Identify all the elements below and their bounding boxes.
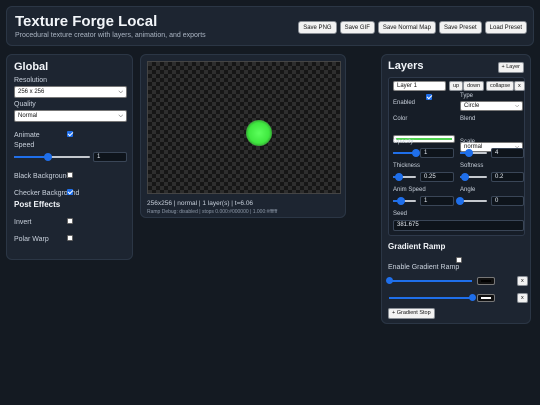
- render-status-text: 256x256 | normal | 1 layer(s) | t=6.06: [147, 200, 254, 207]
- enable-gradient-checkbox[interactable]: [456, 257, 462, 263]
- thickness-slider[interactable]: [393, 173, 416, 181]
- remove-gradient-stop-1-button[interactable]: x: [517, 276, 528, 286]
- scale-slider[interactable]: [460, 149, 487, 157]
- preview-circle-shape: [246, 120, 272, 146]
- gradient-stop-1-position-slider[interactable]: [386, 277, 472, 284]
- softness-slider[interactable]: [460, 173, 487, 181]
- scale-label: Scale: [460, 139, 476, 145]
- layer-type-select[interactable]: Circle ⌵: [460, 101, 523, 111]
- speed-slider[interactable]: [14, 153, 90, 161]
- anim-speed-slider[interactable]: [393, 197, 416, 205]
- angle-label: Angle: [460, 187, 476, 193]
- save-png-button[interactable]: Save PNG: [298, 21, 337, 34]
- black-background-checkbox[interactable]: [66, 172, 73, 178]
- thickness-input[interactable]: 0.25: [420, 172, 454, 182]
- resolution-value: 256 x 256: [18, 89, 45, 95]
- opacity-slider[interactable]: [393, 149, 420, 157]
- layer-remove-button[interactable]: x: [514, 81, 525, 91]
- thickness-label: Thickness: [393, 163, 421, 169]
- angle-slider[interactable]: [456, 197, 487, 205]
- add-layer-button[interactable]: + Layer: [497, 62, 524, 73]
- gradient-stop-2-color[interactable]: [477, 294, 495, 302]
- app-header: Texture Forge Local Procedural texture c…: [6, 6, 534, 46]
- gradient-stop-2-position-slider[interactable]: [389, 294, 476, 301]
- chevron-down-icon: ⌵: [118, 89, 123, 95]
- save-normal-map-button[interactable]: Save Normal Map: [377, 21, 436, 34]
- opacity-label: Opacity: [393, 139, 414, 145]
- scale-input[interactable]: 4: [491, 148, 524, 158]
- layer-enabled-label: Enabled: [393, 100, 416, 106]
- gradient-stop-1-swatch: [481, 280, 491, 282]
- gradient-stop-1-color[interactable]: [477, 277, 495, 285]
- layer-collapse-button[interactable]: collapse: [486, 81, 515, 91]
- layers-title: Layers: [388, 60, 424, 72]
- angle-input[interactable]: 0: [491, 196, 524, 206]
- ramp-debug-text: Ramp Debug: disabled | stops 0.000:#0000…: [147, 209, 278, 215]
- opacity-input[interactable]: 1: [420, 148, 454, 158]
- post-effects-title: Post Effects: [14, 200, 61, 209]
- speed-row: 1: [14, 151, 127, 163]
- seed-label: Seed: [393, 211, 408, 217]
- enable-gradient-label: Enable Gradient Ramp: [388, 264, 460, 271]
- layer-type-value: Circle: [464, 103, 480, 109]
- checker-background-checkbox[interactable]: [66, 189, 73, 195]
- quality-select[interactable]: Normal ⌵: [14, 110, 127, 122]
- layer-type-label: Type: [460, 93, 474, 99]
- anim-speed-label: Anim Speed: [393, 187, 426, 193]
- softness-input[interactable]: 0.2: [491, 172, 524, 182]
- animate-row: [14, 124, 125, 137]
- global-title: Global: [14, 61, 49, 73]
- checker-bg-row: [14, 182, 125, 195]
- load-preset-button[interactable]: Load Preset: [484, 21, 527, 34]
- speed-input[interactable]: 1: [93, 152, 127, 162]
- save-preset-button[interactable]: Save Preset: [438, 21, 482, 34]
- layer-color-label: Color: [393, 116, 408, 122]
- animate-checkbox[interactable]: [66, 131, 73, 137]
- app-subtitle: Procedural texture creator with layers, …: [15, 32, 206, 39]
- speed-label: Speed: [14, 142, 35, 149]
- layer-card: Layer 1 up down collapse x Enabled Type …: [388, 77, 525, 236]
- layer-down-button[interactable]: down: [463, 81, 485, 91]
- layer-name-input[interactable]: Layer 1: [393, 81, 446, 91]
- texture-preview-canvas[interactable]: [147, 61, 341, 194]
- polar-warp-checkbox[interactable]: [66, 235, 73, 241]
- layer-blend-label: Blend: [460, 116, 476, 122]
- save-gif-button[interactable]: Save GIF: [339, 21, 375, 34]
- quality-value: Normal: [18, 113, 38, 119]
- chevron-down-icon: ⌵: [515, 103, 519, 109]
- black-bg-row: [14, 165, 125, 178]
- remove-gradient-stop-2-button[interactable]: x: [517, 293, 528, 303]
- layer-enabled-checkbox[interactable]: [426, 94, 432, 100]
- add-gradient-stop-button[interactable]: + Gradient Stop: [388, 308, 435, 319]
- preview-panel: 256x256 | normal | 1 layer(s) | t=6.06 R…: [140, 54, 346, 218]
- header-actions: Save PNG Save GIF Save Normal Map Save P…: [298, 21, 527, 34]
- layer-up-button[interactable]: up: [449, 81, 464, 91]
- resolution-select[interactable]: 256 x 256 ⌵: [14, 86, 127, 98]
- polar-warp-row: [14, 228, 125, 241]
- invert-row: [14, 211, 125, 224]
- invert-checkbox[interactable]: [66, 218, 73, 224]
- chevron-down-icon: ⌵: [118, 113, 123, 119]
- softness-label: Softness: [460, 163, 484, 169]
- quality-label: Quality: [14, 101, 36, 108]
- resolution-label: Resolution: [14, 77, 48, 84]
- gradient-ramp-title: Gradient Ramp: [388, 242, 446, 251]
- app-title: Texture Forge Local: [15, 13, 158, 30]
- layers-panel: Layers + Layer Layer 1 up down collapse …: [381, 54, 531, 324]
- global-panel: Global Resolution 256 x 256 ⌵ Quality No…: [6, 54, 133, 260]
- seed-input[interactable]: 381.675: [393, 220, 524, 231]
- gradient-stop-2-swatch: [481, 297, 491, 299]
- anim-speed-input[interactable]: 1: [420, 196, 454, 206]
